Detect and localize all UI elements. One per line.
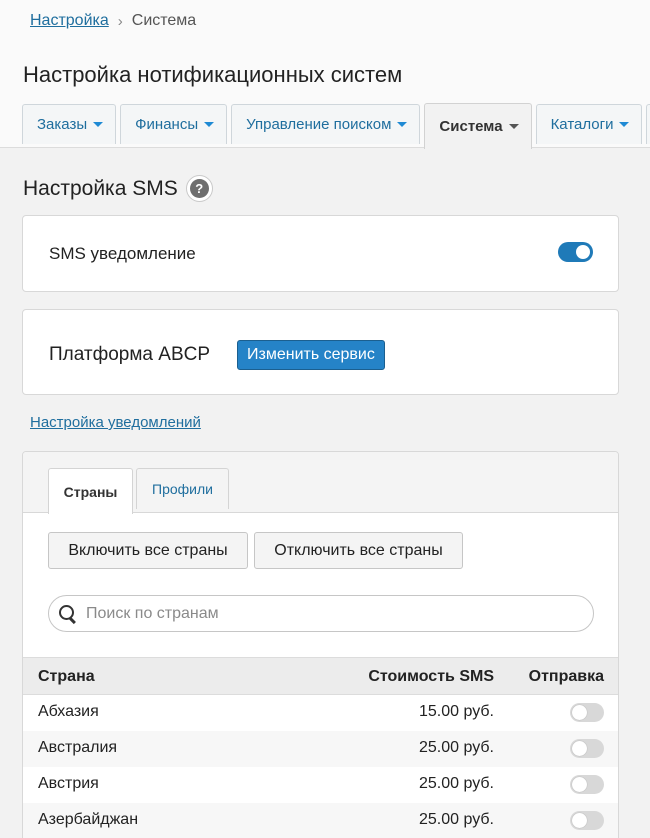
tab-label: Заказы xyxy=(37,116,88,133)
main-tabs: Заказы Финансы Управление поиском Систем… xyxy=(22,103,650,149)
breadcrumb-current: Система xyxy=(131,12,197,29)
platform-label: Платформа ABCP xyxy=(49,344,211,365)
tab-label: Система xyxy=(439,118,503,135)
question-mark-glyph: ? xyxy=(189,179,209,198)
platform-card: Платформа ABCP Изменить сервис xyxy=(22,309,619,395)
country-name: Австралия xyxy=(38,739,118,756)
help-icon[interactable]: ? xyxy=(185,175,213,202)
caret-down-icon xyxy=(204,122,215,127)
sms-cost: 25.00 руб. xyxy=(419,775,494,792)
caret-down-icon xyxy=(93,122,104,127)
send-toggle[interactable] xyxy=(570,775,604,794)
table-row: Азербайджан 25.00 руб. xyxy=(23,803,618,838)
column-header-send: Отправка xyxy=(528,668,604,685)
table-row: Абхазия 15.00 руб. xyxy=(23,695,618,731)
tab-label: Управление поиском xyxy=(246,116,392,133)
sms-cost: 25.00 руб. xyxy=(419,811,494,828)
tab-profiles[interactable]: Профили xyxy=(136,468,229,509)
section-title-text: Настройка SMS xyxy=(23,176,178,200)
column-header-cost: Стоимость SMS xyxy=(368,668,494,685)
breadcrumb: Настройка › Система xyxy=(30,12,196,30)
tab-finance[interactable]: Финансы xyxy=(120,104,228,144)
search-icon xyxy=(58,604,78,624)
sms-notification-toggle[interactable] xyxy=(558,242,593,262)
table-header: Страна Стоимость SMS Отправка xyxy=(23,657,618,695)
tab-label: Финансы xyxy=(135,116,199,133)
sms-cost: 15.00 руб. xyxy=(419,703,494,720)
sms-notification-label: SMS уведомление xyxy=(49,244,196,263)
tab-catalogs[interactable]: Каталоги xyxy=(535,104,643,144)
disable-all-countries-button[interactable]: Отключить все страны xyxy=(254,532,463,569)
enable-all-countries-button[interactable]: Включить все страны xyxy=(48,532,248,569)
send-toggle[interactable] xyxy=(570,739,604,758)
breadcrumb-link-settings[interactable]: Настройка xyxy=(30,12,109,30)
column-header-country: Страна xyxy=(38,668,95,685)
send-toggle[interactable] xyxy=(570,703,604,722)
page-title: Настройка нотификационных систем xyxy=(23,62,403,87)
sms-notification-card: SMS уведомление xyxy=(22,215,619,292)
tab-more[interactable] xyxy=(646,104,650,144)
notification-settings-link[interactable]: Настройка уведомлений xyxy=(30,414,201,431)
panel-tabs-bar: Страны Профили xyxy=(23,452,618,514)
country-search xyxy=(48,595,594,632)
countries-panel: Страны Профили Включить все страны Отклю… xyxy=(22,451,619,838)
chevron-right-icon: › xyxy=(117,12,123,30)
table-row: Австралия 25.00 руб. xyxy=(23,731,618,767)
country-search-input[interactable] xyxy=(86,604,566,623)
caret-down-icon xyxy=(397,122,408,127)
tab-orders[interactable]: Заказы xyxy=(22,104,117,144)
country-name: Азербайджан xyxy=(38,811,139,828)
change-service-button[interactable]: Изменить сервис xyxy=(237,340,385,370)
caret-down-icon xyxy=(508,124,519,129)
page-header: Настройка нотификационных систем Заказы … xyxy=(0,48,650,149)
country-name: Австрия xyxy=(38,775,99,792)
send-toggle[interactable] xyxy=(570,811,604,830)
caret-down-icon xyxy=(619,122,630,127)
section-title: Настройка SMS ? xyxy=(23,175,213,202)
table-row: Австрия 25.00 руб. xyxy=(23,767,618,803)
tab-label: Каталоги xyxy=(550,116,614,133)
tab-countries[interactable]: Страны xyxy=(48,468,133,514)
country-name: Абхазия xyxy=(38,703,99,720)
tab-system[interactable]: Система xyxy=(424,103,532,149)
top-bar: Настройка › Система xyxy=(0,0,650,48)
sms-cost: 25.00 руб. xyxy=(419,739,494,756)
tab-search-management[interactable]: Управление поиском xyxy=(231,104,421,144)
